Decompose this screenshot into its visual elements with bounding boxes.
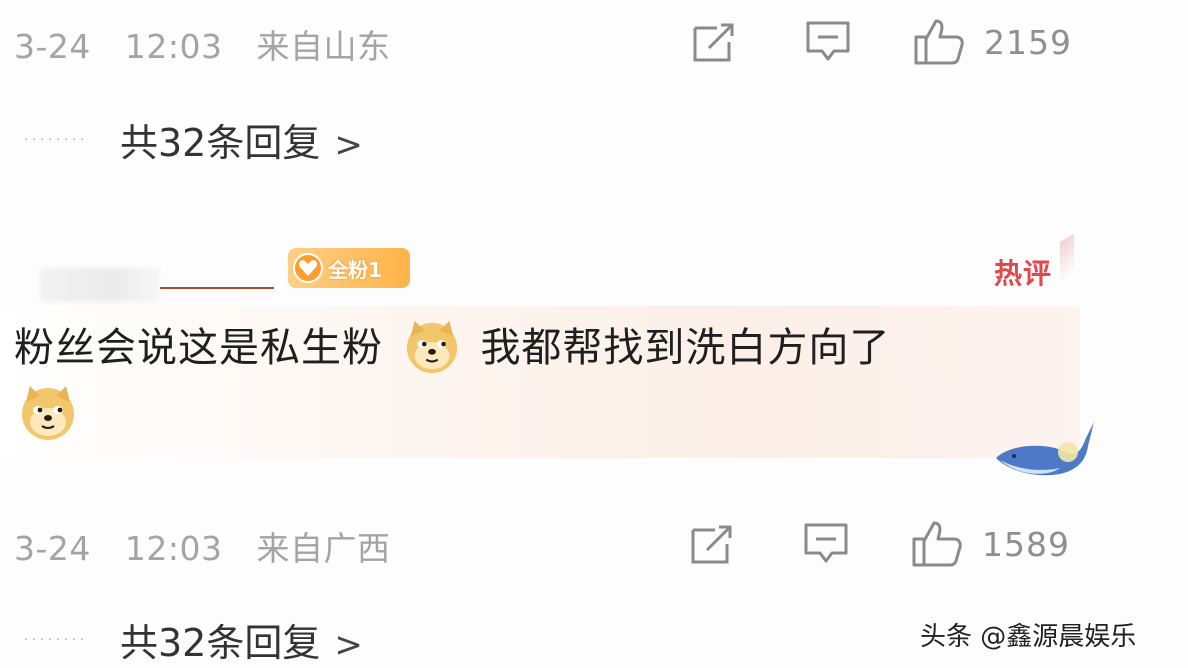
comment-bubble-icon — [804, 523, 848, 563]
view-replies-link[interactable]: 共32条回复 > — [120, 112, 363, 167]
share-edit-icon — [693, 23, 734, 62]
comment-location: 来自广西 — [256, 529, 391, 568]
comment-meta-row: 3-24 12:03 来自山东 2159 — [0, 12, 1188, 72]
thumbs-up-icon — [912, 521, 962, 567]
share-edit-icon — [691, 525, 732, 564]
like-count: 2159 — [984, 22, 1072, 62]
hot-tag-decoration — [1060, 233, 1074, 283]
comment-meta: 3-24 12:03 来自广西 — [14, 522, 391, 570]
replies-row: 共32条回复 > — [0, 112, 600, 168]
comment-time: 12:03 — [124, 529, 223, 568]
comment-button[interactable] — [804, 18, 852, 66]
repost-button[interactable] — [690, 18, 738, 66]
like-button[interactable]: 1589 — [910, 518, 1070, 570]
reply-thread-dots — [22, 138, 86, 140]
doge-icon — [22, 386, 74, 440]
comment-body: 粉丝会说这是私生粉 我都帮找到洗白方向了 — [14, 318, 1074, 379]
source-watermark: 头条 @鑫源晨娱乐 — [920, 622, 1137, 652]
comment-text-part2: 我都帮找到洗白方向了 — [480, 325, 891, 371]
fan-heart-icon — [293, 253, 323, 283]
chevron-right-icon: > — [334, 625, 363, 665]
avatar-username-blurred[interactable] — [40, 268, 160, 302]
hot-comment-tag: 热评 — [994, 257, 1053, 290]
chevron-right-icon: > — [334, 125, 363, 165]
username-underline — [160, 287, 274, 289]
whale-decoration-icon — [996, 422, 1094, 476]
like-count: 1589 — [982, 524, 1070, 564]
view-replies-link[interactable]: 共32条回复 > — [120, 612, 363, 667]
comment-button[interactable] — [802, 520, 850, 568]
comment-bubble-icon — [806, 21, 850, 61]
fan-badge[interactable]: 全粉1 — [288, 248, 410, 288]
replies-label: 共32条回复 — [120, 121, 321, 165]
thumbs-up-icon — [914, 19, 964, 65]
comment-date: 3-24 — [14, 27, 91, 66]
repost-button[interactable] — [688, 520, 736, 568]
comment-time: 12:03 — [124, 27, 223, 66]
comment-date: 3-24 — [14, 529, 91, 568]
replies-row: 共32条回复 > — [0, 612, 600, 668]
comment-location: 来自山东 — [256, 27, 391, 66]
fan-badge-label: 全粉1 — [328, 257, 382, 282]
comment-text-part1: 粉丝会说这是私生粉 — [14, 325, 383, 371]
comment-meta-row: 3-24 12:03 来自广西 1589 — [0, 514, 1188, 574]
doge-icon — [406, 320, 457, 374]
like-button[interactable]: 2159 — [912, 16, 1072, 68]
replies-label: 共32条回复 — [120, 621, 321, 665]
reply-thread-dots — [22, 638, 86, 640]
comment-thread: 3-24 12:03 来自山东 2159 共32条回复 > 全粉1 热评 粉丝会… — [0, 0, 1188, 668]
comment-meta: 3-24 12:03 来自山东 — [14, 20, 391, 68]
